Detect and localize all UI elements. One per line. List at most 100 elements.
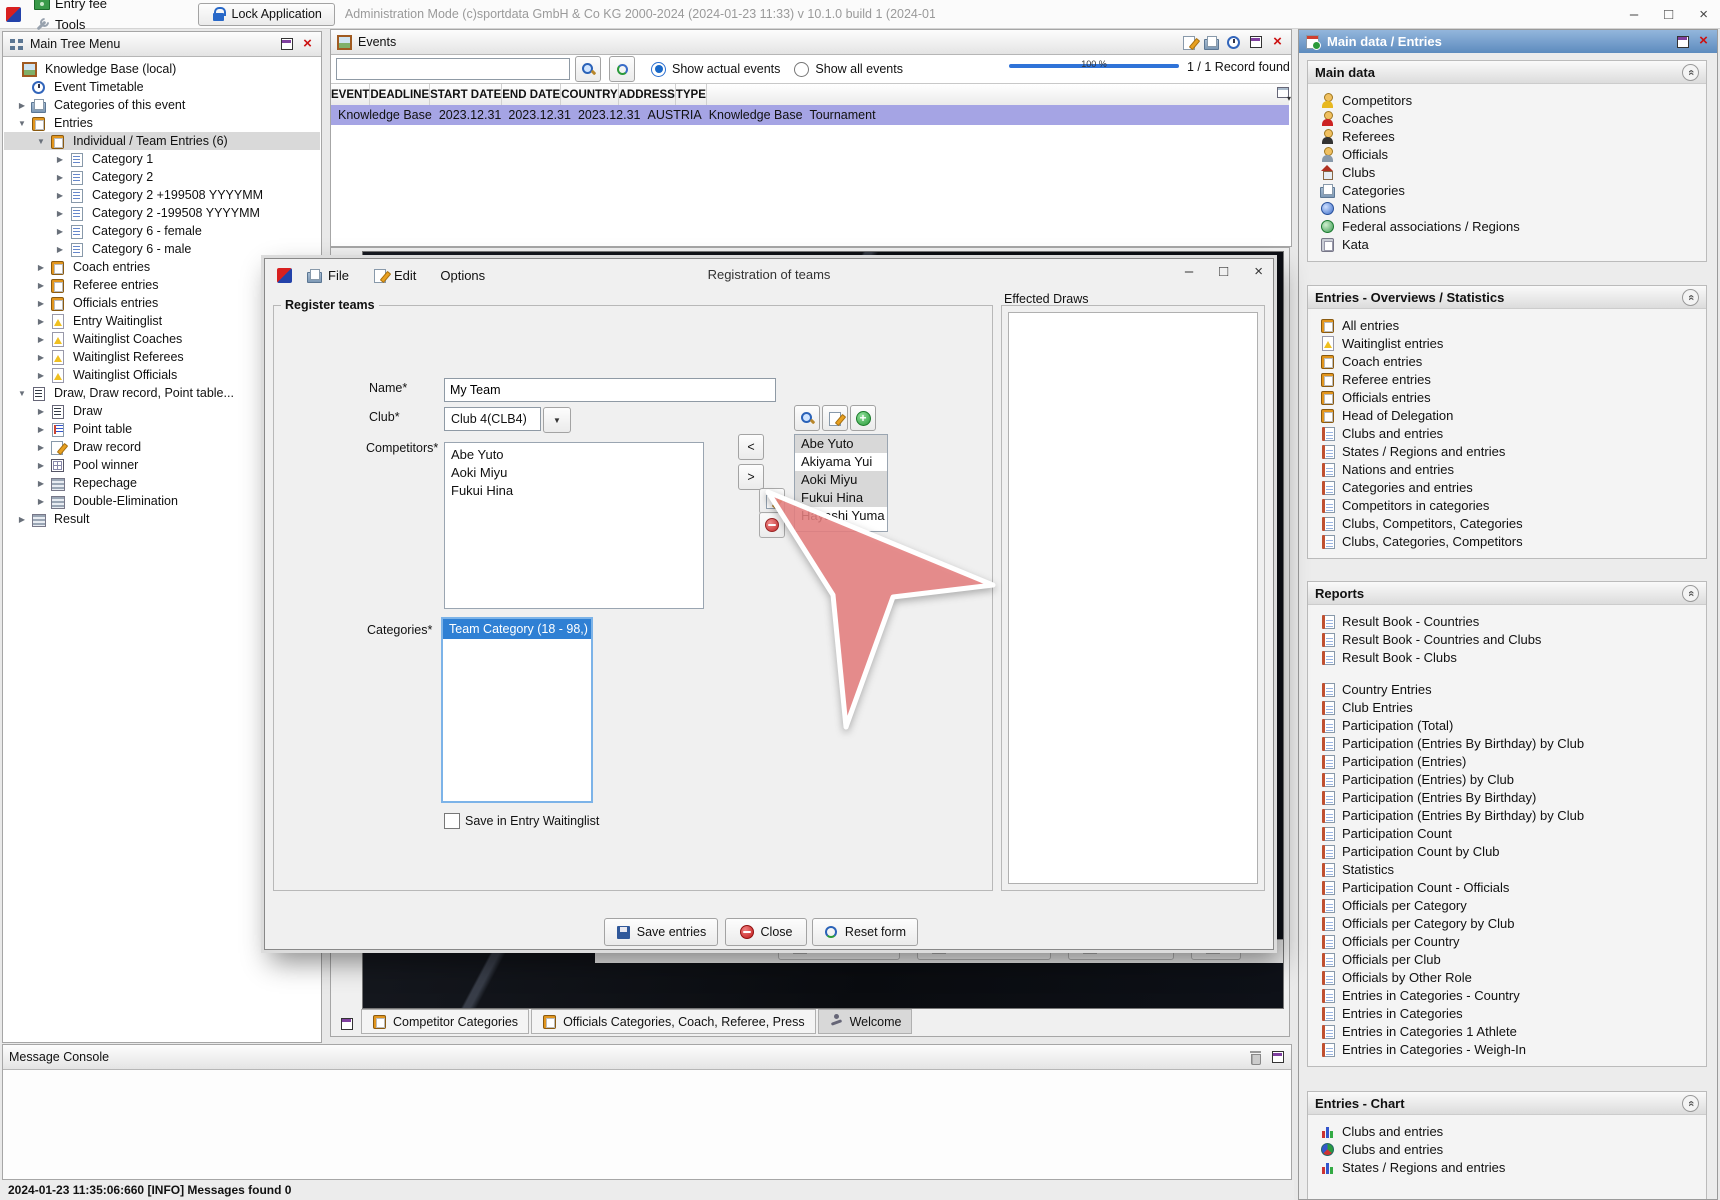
nav-item[interactable]: Officials [1308, 145, 1706, 163]
window-control-button[interactable]: – [1624, 7, 1644, 22]
report-item[interactable]: Officials per Country [1308, 932, 1706, 950]
nav-item[interactable]: Competitors [1308, 91, 1706, 109]
report-item[interactable]: Participation (Entries) [1308, 752, 1706, 770]
radio-show-all-events[interactable]: Show all events [794, 62, 903, 77]
report-item[interactable]: Officials by Other Role [1308, 968, 1706, 986]
section-header[interactable]: Reports [1308, 582, 1706, 605]
dialog-menu-file[interactable]: File [298, 264, 358, 287]
club-competitors-list[interactable]: Abe YutoAkiyama YuiAoki MiyuFukui HinaHa… [794, 434, 888, 532]
panel-header-icon[interactable] [300, 37, 315, 52]
report-item[interactable]: Entries in Categories [1308, 1004, 1706, 1022]
tree-expander-icon[interactable]: ▶ [51, 227, 69, 236]
team-member-item[interactable]: Fukui Hina [445, 482, 703, 500]
report-item[interactable]: Participation Count - Officials [1308, 878, 1706, 896]
competitor-add-button[interactable] [850, 405, 876, 431]
tree-expander-icon[interactable]: ▶ [32, 281, 50, 290]
events-column-header[interactable]: TYPE [676, 84, 707, 105]
nav-item[interactable]: Coach entries [1308, 352, 1706, 370]
tree-expander-icon[interactable]: ▶ [32, 407, 50, 416]
panel-header-icon[interactable] [1248, 1050, 1263, 1065]
nav-item[interactable]: Officials entries [1308, 388, 1706, 406]
tree-expander-icon[interactable]: ▶ [32, 443, 50, 452]
nav-item[interactable]: Coaches [1308, 109, 1706, 127]
tree-item[interactable]: Knowledge Base (local) [4, 60, 320, 78]
nav-item[interactable]: All entries [1308, 316, 1706, 334]
events-column-header[interactable]: COUNTRY [561, 84, 618, 105]
report-item[interactable]: Participation (Entries By Birthday) by C… [1308, 734, 1706, 752]
dialog-menu-edit[interactable]: Edit [364, 264, 425, 287]
effected-draws-list[interactable] [1008, 312, 1258, 884]
events-column-header[interactable]: DEADLINE [370, 84, 430, 105]
tree-expander-icon[interactable]: ▶ [32, 425, 50, 434]
report-item[interactable]: Result Book - Countries [1308, 612, 1706, 630]
nav-item[interactable]: Waitinglist entries [1308, 334, 1706, 352]
collapse-chevron-icon[interactable] [1682, 289, 1699, 306]
tabbar-window-icon[interactable] [339, 1016, 354, 1031]
report-item[interactable]: Statistics [1308, 860, 1706, 878]
tree-expander-icon[interactable]: ▶ [32, 479, 50, 488]
report-item[interactable]: Entries in Categories - Country [1308, 986, 1706, 1004]
bottom-tab[interactable]: Officials Categories, Coach, Referee, Pr… [531, 1009, 816, 1034]
team-members-list[interactable]: Abe YutoAoki MiyuFukui Hina [444, 442, 704, 609]
report-item[interactable]: Result Book - Clubs [1308, 648, 1706, 666]
section-header[interactable]: Entries - Chart [1308, 1092, 1706, 1115]
events-column-header[interactable]: EVENT [331, 84, 370, 105]
report-item[interactable]: Participation (Entries By Birthday) by C… [1308, 806, 1706, 824]
panel-header-icon[interactable] [1182, 35, 1197, 50]
tree-expander-icon[interactable]: ▶ [51, 245, 69, 254]
reset-form-button[interactable]: Reset form [812, 918, 918, 946]
report-item[interactable]: Country Entries [1308, 680, 1706, 698]
nav-item[interactable]: Federal associations / Regions [1308, 217, 1706, 235]
club-competitor-item[interactable]: Akiyama Yui [795, 453, 887, 471]
report-item[interactable]: Participation Count [1308, 824, 1706, 842]
tree-expander-icon[interactable]: ▶ [32, 317, 50, 326]
events-column-header[interactable]: ADDRESS [619, 84, 676, 105]
move-right-button[interactable]: > [738, 464, 764, 490]
tree-expander-icon[interactable]: ▶ [32, 497, 50, 506]
tree-expander-icon[interactable]: ▶ [13, 515, 31, 524]
move-left-button[interactable]: < [738, 434, 764, 460]
tree-expander-icon[interactable]: ▶ [32, 263, 50, 272]
dialog-control-button[interactable]: □ [1219, 263, 1228, 280]
tree-expander-icon[interactable]: ▼ [13, 119, 31, 128]
competitor-search-button[interactable] [794, 405, 820, 431]
team-name-input[interactable] [444, 378, 776, 402]
report-item[interactable]: Participation (Total) [1308, 716, 1706, 734]
tree-expander-icon[interactable]: ▶ [51, 191, 69, 200]
panel-header-icon[interactable] [279, 37, 294, 52]
report-item[interactable]: Participation (Entries) by Club [1308, 770, 1706, 788]
radio-show-actual-events[interactable]: Show actual events [651, 62, 780, 77]
chart-item[interactable]: States / Regions and entries [1308, 1158, 1706, 1176]
section-header[interactable]: Main data [1308, 61, 1706, 84]
collapse-chevron-icon[interactable] [1682, 585, 1699, 602]
tree-item[interactable]: Event Timetable [4, 78, 320, 96]
nav-item[interactable]: Clubs [1308, 163, 1706, 181]
chart-item[interactable]: Clubs and entries [1308, 1122, 1706, 1140]
report-item[interactable]: Entries in Categories 1 Athlete [1308, 1022, 1706, 1040]
team-member-item[interactable]: Aoki Miyu [445, 464, 703, 482]
tree-expander-icon[interactable]: ▼ [13, 389, 31, 398]
tree-expander-icon[interactable]: ▼ [32, 137, 50, 146]
nav-item[interactable]: Kata [1308, 235, 1706, 253]
close-button[interactable]: Close [725, 918, 807, 946]
report-item[interactable]: Officials per Club [1308, 950, 1706, 968]
tree-expander-icon[interactable]: ▶ [32, 299, 50, 308]
report-item[interactable]: Participation (Entries By Birthday) [1308, 788, 1706, 806]
club-competitor-item[interactable]: Hayashi Yuma [795, 507, 887, 525]
panel-header-icon[interactable] [1675, 34, 1690, 49]
club-combobox[interactable]: Club 4(CLB4) [444, 407, 571, 433]
report-item[interactable]: Result Book - Countries and Clubs [1308, 630, 1706, 648]
menubar-item[interactable]: Entry fee [23, 0, 190, 14]
tree-item[interactable]: ▶ Category 2 [4, 168, 320, 186]
categories-list[interactable]: Team Category (18 - 98,) [441, 617, 593, 803]
club-competitor-item[interactable]: Fukui Hina [795, 489, 887, 507]
nav-item[interactable]: Head of Delegation [1308, 406, 1706, 424]
tree-item[interactable]: ▶ Category 1 [4, 150, 320, 168]
waitinglist-checkbox[interactable] [444, 813, 460, 829]
tree-item[interactable]: ▼ Entries [4, 114, 320, 132]
events-column-header[interactable]: START DATE [430, 84, 502, 105]
dialog-control-button[interactable]: – [1185, 263, 1193, 280]
events-table-row[interactable]: Knowledge Base2023.12.312023.12.312023.1… [331, 105, 1289, 125]
tree-item[interactable]: ▶ Category 6 - female [4, 222, 320, 240]
nav-item[interactable]: Referee entries [1308, 370, 1706, 388]
